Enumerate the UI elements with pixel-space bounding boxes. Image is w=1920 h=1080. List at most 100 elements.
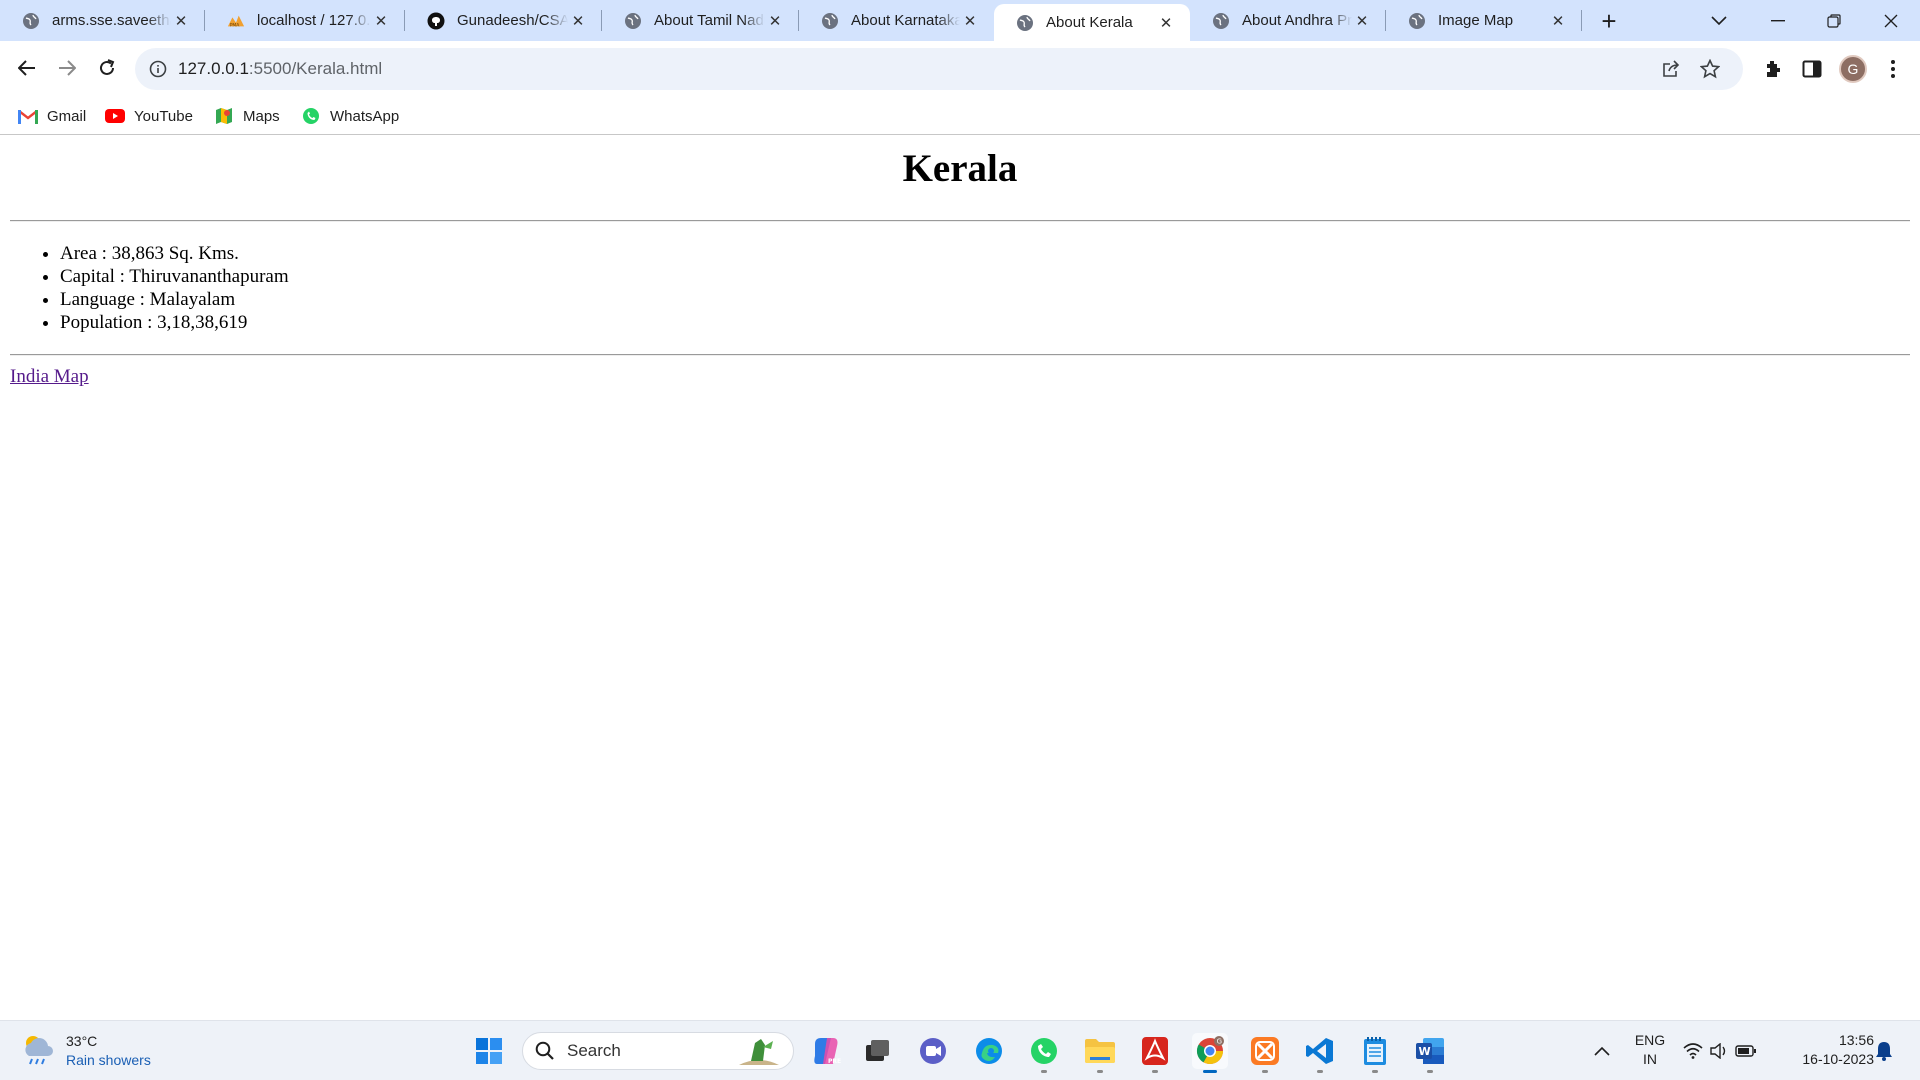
bookmark-whatsapp[interactable]: WhatsApp xyxy=(301,105,399,127)
address-bar[interactable]: 127.0.0.1:5500/Kerala.html xyxy=(135,48,1743,90)
close-icon[interactable]: ✕ xyxy=(960,11,980,31)
notepad-icon xyxy=(1364,1037,1386,1065)
extensions-icon[interactable] xyxy=(1758,54,1788,84)
app-indicator xyxy=(1317,1070,1323,1073)
restore-button[interactable] xyxy=(1806,0,1861,41)
globe-icon xyxy=(22,12,40,30)
phpmyadmin-icon: PMA xyxy=(227,12,245,30)
minimize-icon xyxy=(1770,19,1785,21)
profile-avatar[interactable]: G xyxy=(1839,55,1867,83)
new-tab-button[interactable]: + xyxy=(1594,6,1624,36)
app-indicator xyxy=(1427,1070,1433,1073)
tab-kerala[interactable]: About Kerala ✕ xyxy=(994,4,1190,41)
back-button[interactable] xyxy=(8,49,46,87)
vscode-icon xyxy=(1306,1038,1333,1064)
star-icon[interactable] xyxy=(1698,57,1722,81)
maps-icon xyxy=(214,106,234,126)
taskbar-edge[interactable] xyxy=(971,1033,1007,1069)
globe-icon xyxy=(821,12,839,30)
reload-icon xyxy=(100,59,115,75)
close-icon[interactable]: ✕ xyxy=(171,11,191,31)
close-icon[interactable]: ✕ xyxy=(568,11,588,31)
youtube-icon xyxy=(105,106,125,126)
taskbar-word[interactable]: W xyxy=(1412,1033,1448,1073)
taskbar-chrome[interactable]: G xyxy=(1192,1033,1228,1073)
taskbar-file-explorer[interactable] xyxy=(1082,1033,1118,1073)
reload-button[interactable] xyxy=(88,49,126,87)
close-icon[interactable]: ✕ xyxy=(1548,11,1568,31)
task-view-icon xyxy=(866,1040,889,1061)
side-panel-icon[interactable] xyxy=(1797,54,1827,84)
close-icon[interactable]: ✕ xyxy=(1352,11,1372,31)
tab-tamil-nadu[interactable]: About Tamil Nadu ✕ xyxy=(602,0,799,41)
taskbar-teams-chat[interactable] xyxy=(915,1033,951,1069)
taskbar-vscode[interactable] xyxy=(1302,1033,1338,1073)
address-host: 127.0.0.1 xyxy=(178,59,249,78)
language-indicator[interactable]: ENG IN xyxy=(1628,1031,1672,1069)
india-map-link[interactable]: India Map xyxy=(10,366,89,388)
taskbar-acrobat[interactable] xyxy=(1137,1033,1173,1073)
bottom-divider xyxy=(10,354,1910,356)
page-viewport: Kerala Area : 38,863 Sq. Kms. Capital : … xyxy=(0,136,1920,1020)
battery-icon xyxy=(1735,1045,1756,1057)
clock[interactable]: 13:56 16-10-2023 xyxy=(1780,1031,1874,1069)
address-path: :5500/Kerala.html xyxy=(248,59,383,78)
bookmark-label: YouTube xyxy=(134,107,193,125)
close-icon[interactable]: ✕ xyxy=(371,11,391,31)
globe-icon xyxy=(624,12,642,30)
tab-localhost[interactable]: PMA localhost / 127.0.0 ✕ xyxy=(205,0,405,41)
tab-title: arms.sse.saveetha xyxy=(52,12,171,29)
weather-widget[interactable]: 33°C Rain showers xyxy=(20,1031,151,1071)
search-highlight-icon xyxy=(739,1039,779,1065)
notifications-button[interactable] xyxy=(1868,1033,1900,1069)
close-icon[interactable]: ✕ xyxy=(765,11,785,31)
share-icon[interactable] xyxy=(1659,57,1683,81)
taskbar-copilot[interactable]: PRE xyxy=(808,1033,844,1069)
copilot-icon: PRE xyxy=(814,1038,841,1065)
tab-arms[interactable]: arms.sse.saveetha ✕ xyxy=(0,0,205,41)
facts-list: Area : 38,863 Sq. Kms. Capital : Thiruva… xyxy=(60,242,289,334)
bookmark-maps[interactable]: Maps xyxy=(214,105,280,127)
close-icon[interactable]: ✕ xyxy=(1156,13,1176,33)
wifi-icon xyxy=(1683,1043,1703,1059)
tab-karnataka[interactable]: About Karnataka ✕ xyxy=(799,0,994,41)
start-button[interactable] xyxy=(471,1033,507,1069)
search-icon xyxy=(535,1041,554,1060)
tab-separator xyxy=(1581,10,1582,31)
address-url[interactable]: 127.0.0.1:5500/Kerala.html xyxy=(178,59,382,79)
taskbar-task-view[interactable] xyxy=(860,1033,896,1069)
app-indicator xyxy=(1152,1070,1158,1073)
tab-github[interactable]: Gunadeesh/CSA ✕ xyxy=(405,0,602,41)
windows-icon xyxy=(476,1038,502,1064)
chat-icon xyxy=(920,1038,946,1064)
tab-title: About Andhra Pradesh xyxy=(1242,12,1352,29)
app-indicator xyxy=(1097,1070,1103,1073)
tab-title: Gunadeesh/CSA xyxy=(457,12,568,29)
tab-title: localhost / 127.0.0 xyxy=(257,12,371,29)
folder-icon xyxy=(1085,1039,1115,1063)
show-hidden-icons-button[interactable] xyxy=(1584,1033,1620,1069)
tab-strip: arms.sse.saveetha ✕ PMA localhost / 127.… xyxy=(0,0,1920,41)
bookmark-label: Gmail xyxy=(47,107,87,125)
forward-button[interactable] xyxy=(48,49,86,87)
tab-image-map[interactable]: Image Map ✕ xyxy=(1386,0,1582,41)
tab-andhra-pradesh[interactable]: About Andhra Pradesh ✕ xyxy=(1190,0,1386,41)
close-window-button[interactable] xyxy=(1863,0,1918,41)
app-indicator xyxy=(1262,1070,1268,1073)
taskbar-xampp[interactable] xyxy=(1247,1033,1283,1073)
edge-icon xyxy=(976,1038,1002,1064)
info-icon[interactable] xyxy=(147,58,169,80)
taskbar-search[interactable]: Search xyxy=(522,1032,794,1070)
menu-icon[interactable] xyxy=(1878,54,1908,84)
bookmark-youtube[interactable]: YouTube xyxy=(105,105,193,127)
fact-area: Area : 38,863 Sq. Kms. xyxy=(60,242,289,265)
svg-text:G: G xyxy=(1217,1038,1222,1046)
minimize-button[interactable] xyxy=(1750,0,1805,41)
tab-search-button[interactable] xyxy=(1691,0,1746,41)
taskbar: 33°C Rain showers Search PRE G W ENG IN … xyxy=(0,1020,1920,1080)
quick-settings-button[interactable] xyxy=(1678,1033,1762,1069)
taskbar-notepad[interactable] xyxy=(1357,1033,1393,1073)
bookmark-gmail[interactable]: Gmail xyxy=(18,105,86,127)
xampp-icon xyxy=(1251,1037,1279,1065)
taskbar-whatsapp[interactable] xyxy=(1026,1033,1062,1073)
